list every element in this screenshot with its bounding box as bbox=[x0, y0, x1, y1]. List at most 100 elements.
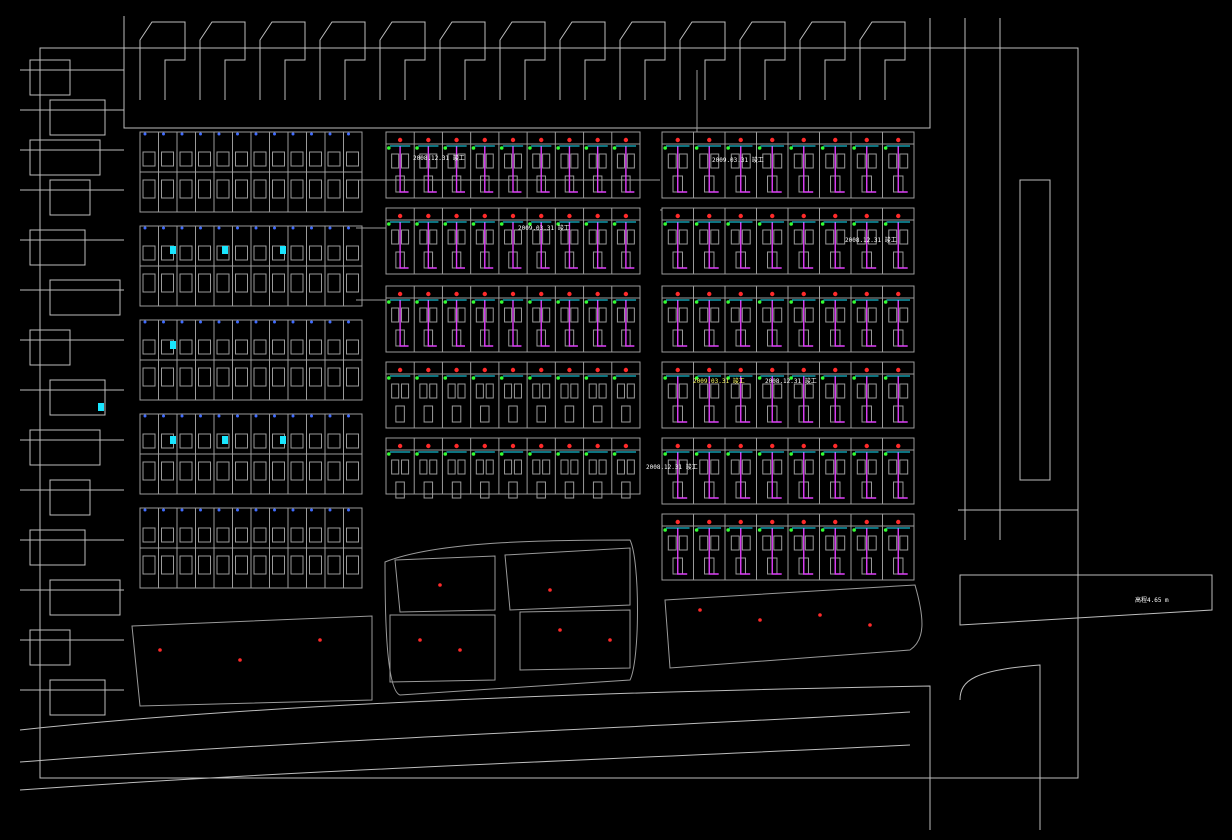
marker-blue bbox=[310, 320, 313, 324]
marker-red bbox=[510, 291, 516, 297]
marker-green bbox=[556, 300, 560, 304]
marker-green bbox=[663, 452, 667, 456]
marker-green bbox=[556, 452, 560, 456]
marker-red bbox=[558, 628, 562, 632]
marker-green bbox=[757, 376, 762, 380]
marker-green bbox=[789, 300, 793, 304]
marker-red bbox=[675, 137, 680, 143]
marker-red bbox=[864, 291, 869, 297]
marker-blue bbox=[291, 132, 295, 136]
marker-red bbox=[539, 213, 544, 219]
marker-green bbox=[387, 222, 391, 226]
marker-green bbox=[556, 146, 560, 150]
marker-green bbox=[443, 376, 448, 380]
marker-blue bbox=[273, 414, 276, 418]
canvas-background bbox=[0, 0, 1232, 840]
marker-red bbox=[397, 443, 403, 449]
marker-blue bbox=[254, 132, 258, 136]
marker-blue bbox=[328, 320, 332, 324]
marker-red bbox=[397, 367, 403, 373]
marker-red bbox=[623, 137, 629, 143]
marker-blue bbox=[347, 508, 350, 512]
marker-red bbox=[567, 291, 572, 297]
marker-blue bbox=[217, 226, 221, 230]
marker-green bbox=[499, 376, 504, 380]
marker-red bbox=[158, 648, 162, 652]
marker-blue bbox=[217, 132, 221, 136]
marker-red bbox=[458, 648, 462, 652]
marker-red bbox=[567, 443, 572, 449]
marker-red bbox=[595, 367, 600, 373]
marker-red bbox=[539, 443, 544, 449]
marker-green bbox=[694, 452, 699, 456]
marker-red bbox=[482, 213, 487, 219]
marker-blue bbox=[236, 508, 239, 512]
marker-red bbox=[801, 443, 806, 449]
marker-green bbox=[883, 376, 888, 380]
marker-green bbox=[852, 376, 856, 380]
marker-red bbox=[833, 519, 838, 525]
marker-blue bbox=[310, 132, 313, 136]
marker-green bbox=[443, 452, 448, 456]
marker-green bbox=[820, 528, 825, 532]
marker-blue bbox=[254, 226, 258, 230]
marker-red bbox=[426, 367, 431, 373]
marker-red bbox=[397, 137, 403, 143]
marker-green bbox=[556, 376, 560, 380]
marker-blue bbox=[328, 132, 332, 136]
marker-red bbox=[623, 291, 629, 297]
marker-red bbox=[482, 291, 487, 297]
marker-green bbox=[612, 300, 617, 304]
marker-green bbox=[663, 222, 667, 226]
marker-red bbox=[482, 367, 487, 373]
marker-cyan bbox=[280, 246, 286, 254]
marker-green bbox=[757, 222, 762, 226]
marker-blue bbox=[328, 508, 332, 512]
marker-green bbox=[471, 452, 476, 456]
marker-green bbox=[415, 222, 419, 226]
marker-blue bbox=[143, 508, 147, 512]
marker-red bbox=[567, 367, 572, 373]
marker-red bbox=[738, 291, 743, 297]
marker-red bbox=[539, 137, 544, 143]
marker-red bbox=[770, 213, 775, 219]
marker-green bbox=[528, 452, 532, 456]
marker-green bbox=[883, 222, 888, 226]
marker-red bbox=[770, 291, 775, 297]
marker-green bbox=[852, 146, 856, 150]
marker-red bbox=[608, 638, 612, 642]
marker-green bbox=[820, 452, 825, 456]
marker-green bbox=[584, 452, 589, 456]
marker-red bbox=[539, 367, 544, 373]
marker-green bbox=[443, 146, 448, 150]
marker-red bbox=[896, 137, 901, 143]
marker-red bbox=[818, 613, 822, 617]
marker-red bbox=[675, 367, 680, 373]
marker-red bbox=[833, 137, 838, 143]
marker-red bbox=[698, 608, 702, 612]
marker-red bbox=[833, 213, 838, 219]
marker-red bbox=[426, 443, 431, 449]
marker-red bbox=[426, 213, 431, 219]
marker-red bbox=[675, 519, 680, 525]
marker-red bbox=[864, 137, 869, 143]
marker-green bbox=[852, 222, 856, 226]
marker-blue bbox=[254, 508, 258, 512]
marker-red bbox=[623, 367, 629, 373]
marker-blue bbox=[254, 414, 258, 418]
marker-green bbox=[694, 146, 699, 150]
marker-red bbox=[623, 443, 629, 449]
marker-green bbox=[443, 300, 448, 304]
marker-green bbox=[415, 300, 419, 304]
marker-blue bbox=[347, 132, 350, 136]
marker-red bbox=[801, 519, 806, 525]
marker-red bbox=[864, 519, 869, 525]
marker-red bbox=[738, 213, 743, 219]
marker-green bbox=[387, 452, 391, 456]
marker-red bbox=[707, 443, 712, 449]
marker-red bbox=[864, 367, 869, 373]
marker-red bbox=[454, 213, 459, 219]
marker-green bbox=[789, 222, 793, 226]
marker-cyan bbox=[170, 246, 176, 254]
marker-blue bbox=[291, 508, 295, 512]
